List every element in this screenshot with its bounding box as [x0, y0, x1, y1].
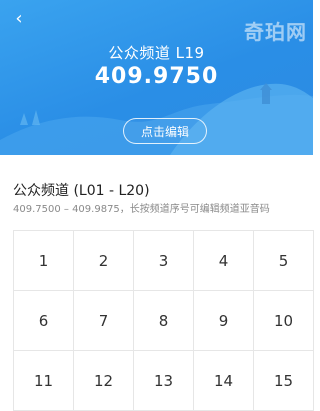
section-title: 公众频道 (L01 - L20) — [13, 183, 150, 199]
channel-cell[interactable]: 13 — [134, 351, 194, 411]
channel-cell[interactable]: 7 — [74, 291, 134, 351]
header-banner: ‹ 奇珀网 公众频道 L19 409.9750 点击编辑 — [0, 0, 313, 155]
edit-button[interactable]: 点击编辑 — [123, 118, 207, 144]
channel-cell[interactable]: 1 — [14, 231, 74, 291]
channel-title: 公众频道 L19 — [108, 44, 205, 62]
back-icon[interactable]: ‹ — [10, 10, 28, 28]
channel-cell[interactable]: 8 — [134, 291, 194, 351]
channel-grid: 1 2 3 4 5 6 7 8 9 10 11 12 13 14 15 — [13, 230, 314, 411]
channel-cell[interactable]: 15 — [254, 351, 314, 411]
channel-cell[interactable]: 5 — [254, 231, 314, 291]
channel-cell[interactable]: 6 — [14, 291, 74, 351]
channel-cell[interactable]: 4 — [194, 231, 254, 291]
channel-cell[interactable]: 14 — [194, 351, 254, 411]
channel-cell[interactable]: 11 — [14, 351, 74, 411]
frequency-display: 409.9750 — [94, 64, 219, 89]
channel-cell[interactable]: 3 — [134, 231, 194, 291]
section-description: 409.7500 – 409.9875，长按频道序号可编辑频道亚音码 — [13, 204, 270, 215]
watermark-text: 奇珀网 — [244, 20, 307, 44]
channel-cell[interactable]: 9 — [194, 291, 254, 351]
channel-cell[interactable]: 12 — [74, 351, 134, 411]
channel-cell[interactable]: 10 — [254, 291, 314, 351]
channel-cell[interactable]: 2 — [74, 231, 134, 291]
